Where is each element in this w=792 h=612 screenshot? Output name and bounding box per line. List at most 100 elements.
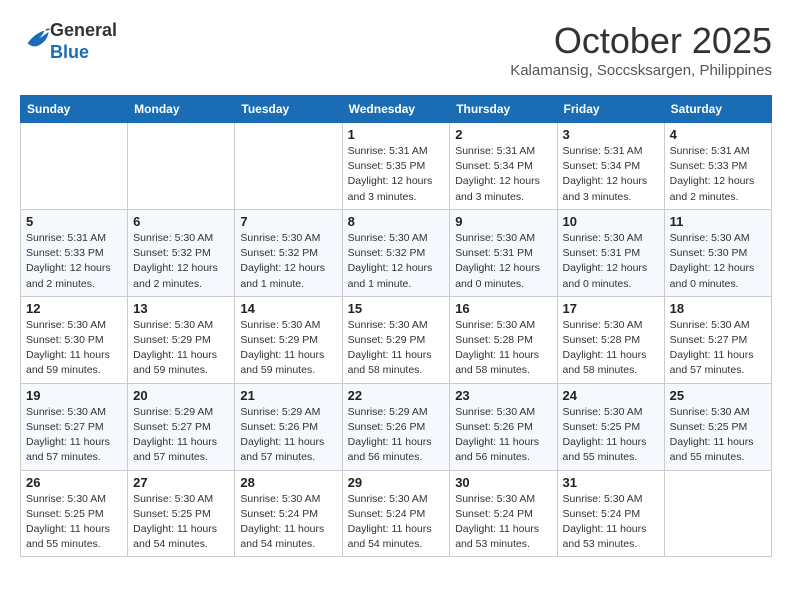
col-header-friday: Friday	[557, 96, 664, 123]
cell-info: Sunrise: 5:30 AMSunset: 5:24 PMDaylight:…	[240, 493, 324, 551]
day-number: 3	[563, 127, 659, 142]
day-number: 22	[348, 388, 445, 403]
col-header-monday: Monday	[128, 96, 235, 123]
calendar-cell: 13 Sunrise: 5:30 AMSunset: 5:29 PMDayligh…	[128, 296, 235, 383]
day-number: 9	[455, 214, 551, 229]
week-row: 1 Sunrise: 5:31 AMSunset: 5:35 PMDaylight…	[21, 123, 772, 210]
calendar-cell: 16 Sunrise: 5:30 AMSunset: 5:28 PMDayligh…	[450, 296, 557, 383]
cell-info: Sunrise: 5:30 AMSunset: 5:32 PMDaylight:…	[240, 232, 325, 290]
cell-info: Sunrise: 5:30 AMSunset: 5:29 PMDaylight:…	[240, 319, 324, 377]
calendar-cell: 29 Sunrise: 5:30 AMSunset: 5:24 PMDayligh…	[342, 470, 450, 557]
page-header: General Blue October 2025 Kalamansig, So…	[20, 20, 772, 79]
day-number: 26	[26, 475, 122, 490]
cell-info: Sunrise: 5:30 AMSunset: 5:24 PMDaylight:…	[348, 493, 432, 551]
cell-info: Sunrise: 5:31 AMSunset: 5:34 PMDaylight:…	[563, 145, 648, 203]
cell-info: Sunrise: 5:30 AMSunset: 5:32 PMDaylight:…	[133, 232, 218, 290]
day-number: 14	[240, 301, 336, 316]
cell-info: Sunrise: 5:30 AMSunset: 5:28 PMDaylight:…	[563, 319, 647, 377]
calendar-cell: 28 Sunrise: 5:30 AMSunset: 5:24 PMDayligh…	[235, 470, 342, 557]
col-header-tuesday: Tuesday	[235, 96, 342, 123]
day-number: 21	[240, 388, 336, 403]
calendar-cell: 18 Sunrise: 5:30 AMSunset: 5:27 PMDayligh…	[664, 296, 771, 383]
col-header-sunday: Sunday	[21, 96, 128, 123]
calendar-cell: 17Sunrise: 5:30 AMSunset: 5:28 PMDayligh…	[557, 296, 664, 383]
cell-info: Sunrise: 5:30 AMSunset: 5:30 PMDaylight:…	[26, 319, 110, 377]
day-number: 5	[26, 214, 122, 229]
cell-info: Sunrise: 5:30 AMSunset: 5:26 PMDaylight:…	[455, 406, 539, 464]
day-number: 1	[348, 127, 445, 142]
day-number: 30	[455, 475, 551, 490]
day-number: 20	[133, 388, 229, 403]
cell-info: Sunrise: 5:30 AMSunset: 5:31 PMDaylight:…	[563, 232, 648, 290]
header-row: SundayMondayTuesdayWednesdayThursdayFrid…	[21, 96, 772, 123]
calendar-cell: 7 Sunrise: 5:30 AMSunset: 5:32 PMDaylight…	[235, 209, 342, 296]
logo-bird-icon	[22, 27, 50, 51]
day-number: 7	[240, 214, 336, 229]
calendar-cell: 30 Sunrise: 5:30 AMSunset: 5:24 PMDayligh…	[450, 470, 557, 557]
cell-info: Sunrise: 5:29 AMSunset: 5:26 PMDaylight:…	[348, 406, 432, 464]
day-number: 25	[670, 388, 766, 403]
title-block: October 2025 Kalamansig, Soccsksargen, P…	[510, 20, 772, 79]
calendar-cell: 25 Sunrise: 5:30 AMSunset: 5:25 PMDayligh…	[664, 383, 771, 470]
day-number: 24	[563, 388, 659, 403]
calendar-cell: 31Sunrise: 5:30 AMSunset: 5:24 PMDayligh…	[557, 470, 664, 557]
cell-info: Sunrise: 5:30 AMSunset: 5:24 PMDaylight:…	[455, 493, 539, 551]
day-number: 23	[455, 388, 551, 403]
week-row: 12 Sunrise: 5:30 AMSunset: 5:30 PMDayligh…	[21, 296, 772, 383]
calendar-cell: 19 Sunrise: 5:30 AMSunset: 5:27 PMDayligh…	[21, 383, 128, 470]
calendar-cell: 15Sunrise: 5:30 AMSunset: 5:29 PMDayligh…	[342, 296, 450, 383]
calendar-cell: 3 Sunrise: 5:31 AMSunset: 5:34 PMDaylight…	[557, 123, 664, 210]
cell-info: Sunrise: 5:31 AMSunset: 5:34 PMDaylight:…	[455, 145, 540, 203]
day-number: 18	[670, 301, 766, 316]
cell-info: Sunrise: 5:30 AMSunset: 5:29 PMDaylight:…	[348, 319, 432, 377]
day-number: 8	[348, 214, 445, 229]
calendar-cell: 27Sunrise: 5:30 AMSunset: 5:25 PMDayligh…	[128, 470, 235, 557]
cell-info: Sunrise: 5:29 AMSunset: 5:26 PMDaylight:…	[240, 406, 324, 464]
calendar-cell	[664, 470, 771, 557]
calendar-cell: 4Sunrise: 5:31 AMSunset: 5:33 PMDaylight…	[664, 123, 771, 210]
month-title: October 2025	[510, 20, 772, 62]
cell-info: Sunrise: 5:30 AMSunset: 5:30 PMDaylight:…	[670, 232, 755, 290]
calendar-cell: 8 Sunrise: 5:30 AMSunset: 5:32 PMDaylight…	[342, 209, 450, 296]
calendar-cell: 14 Sunrise: 5:30 AMSunset: 5:29 PMDayligh…	[235, 296, 342, 383]
cell-info: Sunrise: 5:30 AMSunset: 5:29 PMDaylight:…	[133, 319, 217, 377]
day-number: 13	[133, 301, 229, 316]
col-header-thursday: Thursday	[450, 96, 557, 123]
calendar-cell: 22 Sunrise: 5:29 AMSunset: 5:26 PMDayligh…	[342, 383, 450, 470]
calendar-cell: 6 Sunrise: 5:30 AMSunset: 5:32 PMDaylight…	[128, 209, 235, 296]
day-number: 16	[455, 301, 551, 316]
cell-info: Sunrise: 5:30 AMSunset: 5:25 PMDaylight:…	[563, 406, 647, 464]
cell-info: Sunrise: 5:30 AMSunset: 5:27 PMDaylight:…	[26, 406, 110, 464]
day-number: 19	[26, 388, 122, 403]
col-header-wednesday: Wednesday	[342, 96, 450, 123]
day-number: 2	[455, 127, 551, 142]
day-number: 4	[670, 127, 766, 142]
cell-info: Sunrise: 5:31 AMSunset: 5:35 PMDaylight:…	[348, 145, 433, 203]
cell-info: Sunrise: 5:30 AMSunset: 5:31 PMDaylight:…	[455, 232, 540, 290]
cell-info: Sunrise: 5:30 AMSunset: 5:32 PMDaylight:…	[348, 232, 433, 290]
calendar-cell: 26Sunrise: 5:30 AMSunset: 5:25 PMDayligh…	[21, 470, 128, 557]
cell-info: Sunrise: 5:30 AMSunset: 5:28 PMDaylight:…	[455, 319, 539, 377]
day-number: 6	[133, 214, 229, 229]
calendar-cell: 20 Sunrise: 5:29 AMSunset: 5:27 PMDayligh…	[128, 383, 235, 470]
calendar-cell: 21 Sunrise: 5:29 AMSunset: 5:26 PMDayligh…	[235, 383, 342, 470]
day-number: 31	[563, 475, 659, 490]
cell-info: Sunrise: 5:30 AMSunset: 5:25 PMDaylight:…	[670, 406, 754, 464]
cell-info: Sunrise: 5:30 AMSunset: 5:27 PMDaylight:…	[670, 319, 754, 377]
location-subtitle: Kalamansig, Soccsksargen, Philippines	[510, 62, 772, 79]
day-number: 28	[240, 475, 336, 490]
logo: General Blue	[20, 20, 117, 63]
day-number: 29	[348, 475, 445, 490]
calendar-cell: 10Sunrise: 5:30 AMSunset: 5:31 PMDayligh…	[557, 209, 664, 296]
calendar-cell	[128, 123, 235, 210]
cell-info: Sunrise: 5:29 AMSunset: 5:27 PMDaylight:…	[133, 406, 217, 464]
week-row: 5Sunrise: 5:31 AMSunset: 5:33 PMDaylight…	[21, 209, 772, 296]
logo-text: General Blue	[50, 20, 117, 63]
col-header-saturday: Saturday	[664, 96, 771, 123]
calendar-cell: 2 Sunrise: 5:31 AMSunset: 5:34 PMDaylight…	[450, 123, 557, 210]
calendar-cell	[21, 123, 128, 210]
day-number: 12	[26, 301, 122, 316]
calendar-cell: 5Sunrise: 5:31 AMSunset: 5:33 PMDaylight…	[21, 209, 128, 296]
calendar-cell: 11Sunrise: 5:30 AMSunset: 5:30 PMDayligh…	[664, 209, 771, 296]
calendar-cell: 9 Sunrise: 5:30 AMSunset: 5:31 PMDaylight…	[450, 209, 557, 296]
